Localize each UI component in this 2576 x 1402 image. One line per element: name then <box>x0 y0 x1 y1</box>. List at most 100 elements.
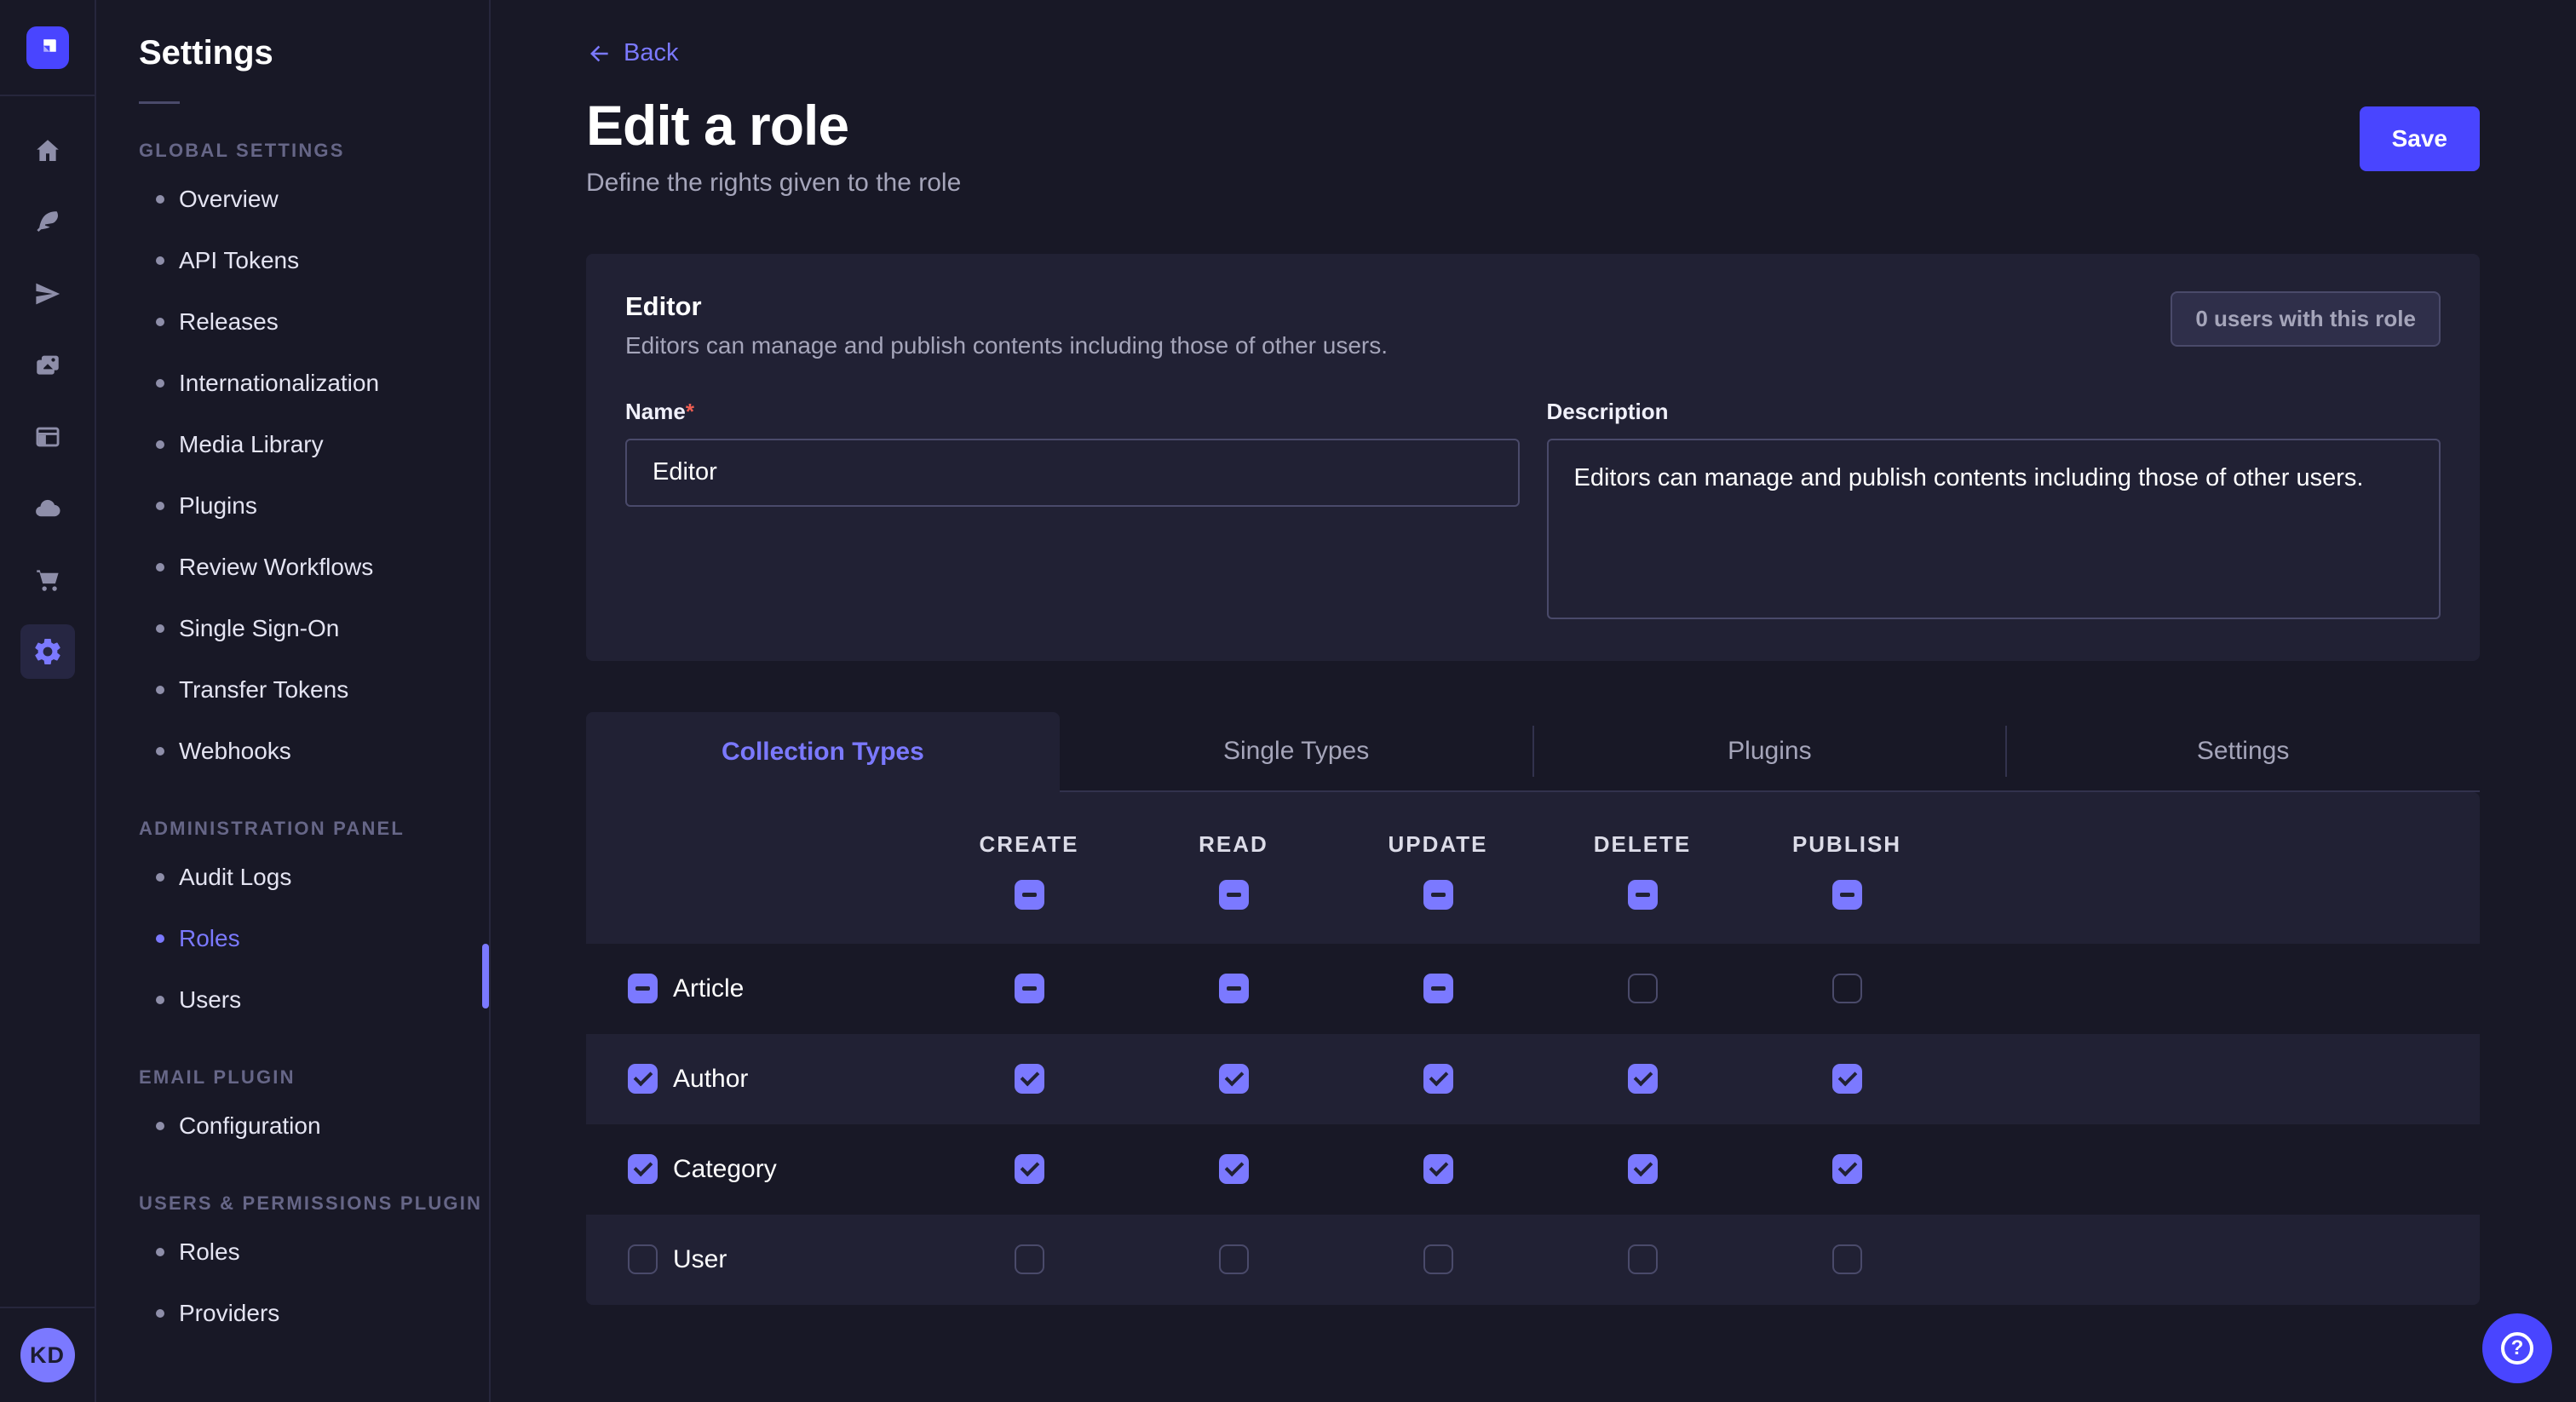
article-update-checkbox[interactable] <box>1423 974 1453 1003</box>
user-create-checkbox[interactable] <box>1015 1244 1044 1274</box>
row-label: Category <box>673 1155 777 1184</box>
name-label: Name* <box>625 399 1520 425</box>
sidebar-item-email-configuration[interactable]: Configuration <box>139 1095 489 1157</box>
row-label: Author <box>673 1065 748 1094</box>
article-publish-checkbox[interactable] <box>1832 974 1862 1003</box>
gear-icon[interactable] <box>20 624 75 679</box>
images-icon[interactable] <box>20 338 75 393</box>
select-all-delete-checkbox[interactable] <box>1628 880 1658 910</box>
bullet-icon <box>156 1248 164 1256</box>
layout-icon[interactable] <box>20 410 75 464</box>
paper-plane-icon[interactable] <box>20 267 75 321</box>
table-row-article: Article <box>586 944 2480 1034</box>
category-update-checkbox[interactable] <box>1423 1154 1453 1184</box>
role-name-heading: Editor <box>625 291 1388 322</box>
author-read-checkbox[interactable] <box>1219 1064 1249 1094</box>
sidebar-item-internationalization[interactable]: Internationalization <box>139 353 489 414</box>
strapi-logo-icon[interactable] <box>26 26 69 69</box>
category-create-checkbox[interactable] <box>1015 1154 1044 1184</box>
active-item-indicator <box>482 944 489 1008</box>
role-details-card: Editor Editors can manage and publish co… <box>586 254 2480 661</box>
article-create-checkbox[interactable] <box>1015 974 1044 1003</box>
sidebar-item-audit-logs[interactable]: Audit Logs <box>139 847 489 908</box>
help-button[interactable]: ? <box>2482 1313 2552 1383</box>
row-select-checkbox[interactable] <box>628 974 658 1003</box>
description-textarea[interactable]: Editors can manage and publish contents … <box>1547 439 2441 619</box>
sidebar-item-overview[interactable]: Overview <box>139 169 489 230</box>
user-delete-checkbox[interactable] <box>1628 1244 1658 1274</box>
sidebar-item-transfer-tokens[interactable]: Transfer Tokens <box>139 659 489 721</box>
page-header: Edit a role Define the rights given to t… <box>586 96 2480 198</box>
name-input[interactable] <box>625 439 1520 507</box>
avatar[interactable]: KD <box>20 1328 75 1382</box>
category-delete-checkbox[interactable] <box>1628 1154 1658 1184</box>
question-mark-icon: ? <box>2501 1332 2533 1365</box>
tab-collection-types[interactable]: Collection Types <box>586 712 1060 792</box>
author-update-checkbox[interactable] <box>1423 1064 1453 1094</box>
role-description-text: Editors can manage and publish contents … <box>625 332 1388 359</box>
bullet-icon <box>156 195 164 204</box>
sidebar-item-review-workflows[interactable]: Review Workflows <box>139 537 489 598</box>
user-publish-checkbox[interactable] <box>1832 1244 1862 1274</box>
back-link[interactable]: Back <box>586 39 678 67</box>
bullet-icon <box>156 502 164 510</box>
article-read-checkbox[interactable] <box>1219 974 1249 1003</box>
sidebar-item-admin-users[interactable]: Users <box>139 969 489 1031</box>
section-email-plugin: EMAIL PLUGIN Configuration <box>139 1066 489 1157</box>
avatar-container: KD <box>0 1307 95 1402</box>
select-all-read-checkbox[interactable] <box>1219 880 1249 910</box>
bullet-icon <box>156 256 164 265</box>
bullet-icon <box>156 440 164 449</box>
home-icon[interactable] <box>20 124 75 178</box>
column-update: UPDATE <box>1336 831 1540 910</box>
row-label: User <box>673 1245 727 1274</box>
permissions-card: Collection Types Single Types Plugins Se… <box>586 712 2480 1305</box>
description-label: Description <box>1547 399 2441 425</box>
bullet-icon <box>156 563 164 572</box>
select-all-update-checkbox[interactable] <box>1423 880 1453 910</box>
sidebar-item-webhooks[interactable]: Webhooks <box>139 721 489 782</box>
feather-icon[interactable] <box>20 195 75 250</box>
cloud-icon[interactable] <box>20 481 75 536</box>
description-field-group: Description Editors can manage and publi… <box>1547 399 2441 623</box>
back-arrow-icon <box>586 41 612 66</box>
sidebar-item-single-sign-on[interactable]: Single Sign-On <box>139 598 489 659</box>
sidebar-item-up-providers[interactable]: Providers <box>139 1283 489 1344</box>
tab-settings[interactable]: Settings <box>2006 712 2480 792</box>
page-subtitle: Define the rights given to the role <box>586 169 961 198</box>
article-delete-checkbox[interactable] <box>1628 974 1658 1003</box>
bullet-icon <box>156 318 164 326</box>
tab-single-types[interactable]: Single Types <box>1060 712 1533 792</box>
table-row-user: User <box>586 1215 2480 1305</box>
sidebar-item-media-library[interactable]: Media Library <box>139 414 489 475</box>
select-all-publish-checkbox[interactable] <box>1832 880 1862 910</box>
row-select-checkbox[interactable] <box>628 1244 658 1274</box>
section-label: GLOBAL SETTINGS <box>139 140 489 162</box>
user-read-checkbox[interactable] <box>1219 1244 1249 1274</box>
name-field-group: Name* <box>625 399 1520 623</box>
title-divider <box>139 101 180 104</box>
sidebar-item-admin-roles[interactable]: Roles <box>139 908 489 969</box>
user-update-checkbox[interactable] <box>1423 1244 1453 1274</box>
select-all-create-checkbox[interactable] <box>1015 880 1044 910</box>
author-delete-checkbox[interactable] <box>1628 1064 1658 1094</box>
rail-nav <box>20 96 75 679</box>
bullet-icon <box>156 1309 164 1318</box>
author-publish-checkbox[interactable] <box>1832 1064 1862 1094</box>
section-users-permissions-plugin: USERS & PERMISSIONS PLUGIN Roles Provide… <box>139 1192 489 1344</box>
column-create: CREATE <box>927 831 1131 910</box>
row-select-checkbox[interactable] <box>628 1154 658 1184</box>
sidebar-item-api-tokens[interactable]: API Tokens <box>139 230 489 291</box>
tab-plugins[interactable]: Plugins <box>1533 712 2007 792</box>
main-content: Back Edit a role Define the rights given… <box>491 0 2576 1402</box>
category-publish-checkbox[interactable] <box>1832 1154 1862 1184</box>
category-read-checkbox[interactable] <box>1219 1154 1249 1184</box>
author-create-checkbox[interactable] <box>1015 1064 1044 1094</box>
sidebar-item-releases[interactable]: Releases <box>139 291 489 353</box>
sidebar-item-plugins[interactable]: Plugins <box>139 475 489 537</box>
cart-icon[interactable] <box>20 553 75 607</box>
sidebar-item-up-roles[interactable]: Roles <box>139 1221 489 1283</box>
row-select-checkbox[interactable] <box>628 1064 658 1094</box>
table-row-author: Author <box>586 1034 2480 1124</box>
save-button[interactable]: Save <box>2360 106 2480 171</box>
